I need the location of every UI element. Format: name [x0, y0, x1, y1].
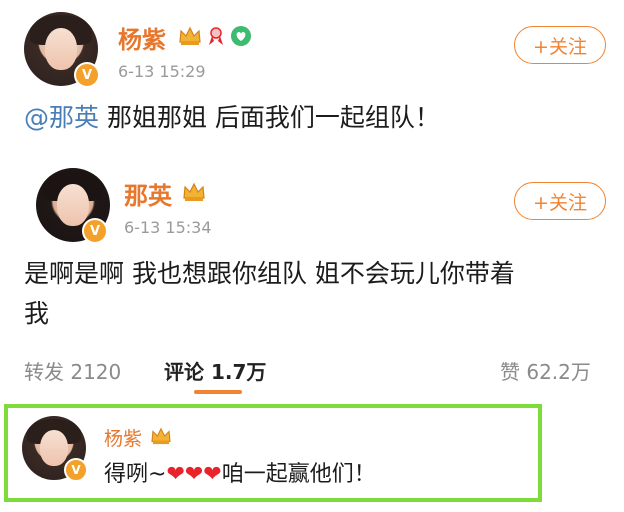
- comment-text-before: 得咧~: [104, 462, 167, 487]
- post-text: @那英 那姐那姐 后面我们一起组队！: [24, 100, 440, 136]
- comment-tab[interactable]: 评论 1.7万: [164, 356, 266, 385]
- ribbon-icon: [209, 27, 223, 45]
- repost-tab[interactable]: 转发 2120: [24, 356, 121, 385]
- comment-tab-underline: [194, 390, 242, 394]
- avatar-face: [39, 430, 69, 466]
- post-time: 6-13 15:29: [118, 62, 206, 81]
- like-count: 62.2万: [526, 360, 591, 384]
- crown-icon: [183, 182, 205, 201]
- verified-icon: V: [64, 458, 88, 482]
- repost-count: 2120: [70, 360, 122, 384]
- heart-badge-icon: [231, 26, 251, 46]
- repost-label: 转发: [24, 360, 64, 384]
- reply-text-line2: 我: [24, 299, 50, 328]
- verified-icon: V: [74, 62, 100, 88]
- comment-author-name[interactable]: 杨紫: [104, 424, 142, 451]
- reply-text-line1: 是啊是啊 我也想跟你组队 姐不会玩儿你带着: [24, 259, 515, 288]
- post-text-body: 那姐那姐 后面我们一起组队！: [99, 103, 440, 132]
- follow-button[interactable]: +关注: [514, 182, 606, 220]
- verified-icon: V: [82, 218, 108, 244]
- comment-label: 评论: [164, 360, 204, 384]
- crown-icon: [179, 26, 201, 45]
- like-tab[interactable]: 赞 62.2万: [500, 356, 591, 385]
- hearts-emoji: ❤❤❤: [166, 462, 222, 487]
- comment-count: 1.7万: [210, 360, 267, 384]
- comment-text: 得咧~❤❤❤咱一起赢他们！: [104, 456, 376, 488]
- like-label: 赞: [500, 360, 520, 384]
- reply-time: 6-13 15:34: [124, 218, 212, 237]
- follow-button[interactable]: +关注: [514, 26, 606, 64]
- avatar-face: [44, 28, 78, 70]
- crown-icon: [151, 427, 171, 445]
- comment-text-after: 咱一起赢他们！: [221, 462, 376, 487]
- mention-link[interactable]: @那英: [24, 103, 99, 132]
- post-author-name[interactable]: 杨紫: [118, 20, 166, 55]
- avatar-face: [56, 184, 90, 226]
- reply-author-name[interactable]: 那英: [124, 176, 172, 211]
